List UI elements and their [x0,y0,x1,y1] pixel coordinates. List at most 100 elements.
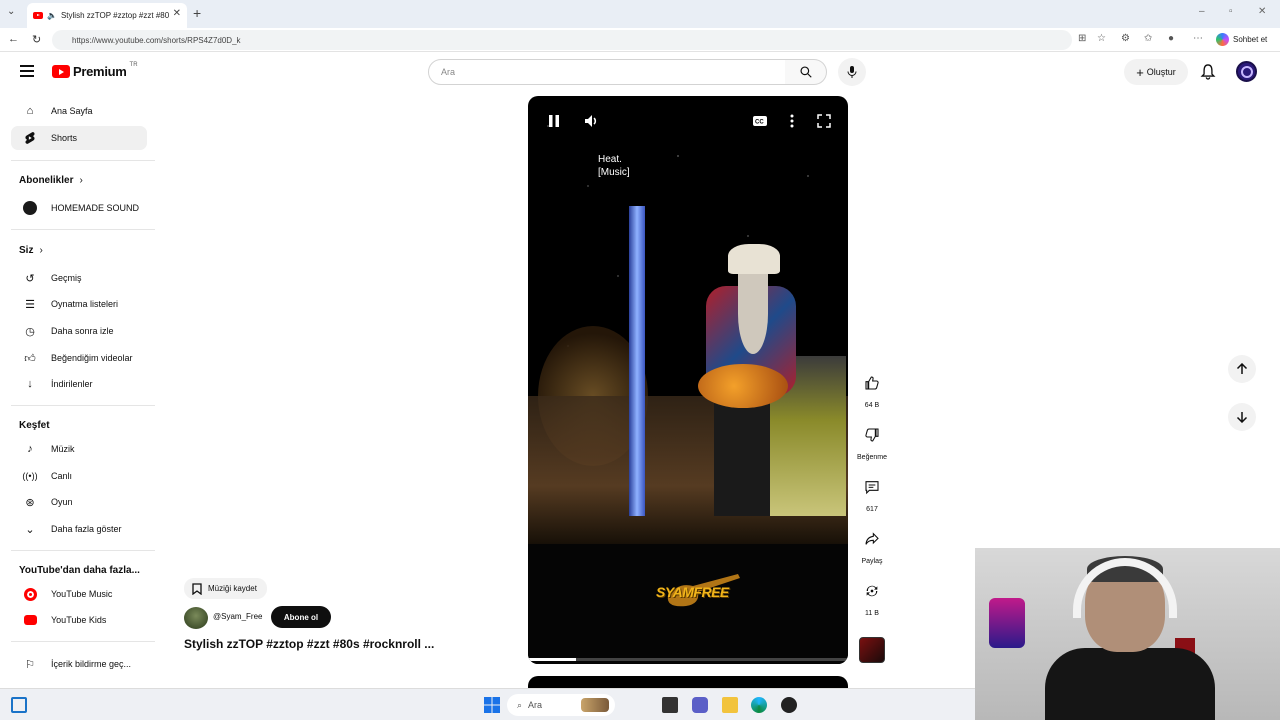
search-button[interactable] [785,59,827,85]
arrow-up-icon [1236,363,1248,374]
obs-icon[interactable] [781,697,797,713]
logo-word: Premium [73,64,127,79]
next-short-button[interactable] [1228,403,1256,431]
sidebar-item-youtube-kids[interactable]: YouTube Kids [11,608,147,632]
maximize-icon[interactable]: ▫ [1229,6,1233,17]
captions-button[interactable]: CC [752,114,768,132]
browser-tab-bar: ⌄ 🔈 Stylish zzTOP #zztop #zzt #80 ✕ + – … [0,0,1280,28]
refresh-icon[interactable]: ↻ [32,33,41,46]
sidebar-item-show-more[interactable]: ⌄ Daha fazla göster [11,517,147,541]
menu-icon[interactable] [20,65,34,77]
remix-button[interactable]: 11 B [853,574,891,617]
previous-short-button[interactable] [1228,355,1256,383]
comments-button[interactable]: 617 [853,470,891,513]
youtube-music-icon [19,587,41,601]
window-close-icon[interactable]: ✕ [1258,6,1266,17]
windows-start-icon[interactable] [484,697,500,713]
teams-icon[interactable] [692,697,708,713]
channel-avatar[interactable] [184,607,208,629]
favorites-icon[interactable]: ✩ [1144,33,1152,44]
sidebar-item-liked-videos[interactable]: 👍︎ Beğendiğim videolar [11,346,147,370]
fullscreen-icon [817,114,831,128]
plus-icon: + [1136,64,1144,80]
dislike-button[interactable]: Beğenme [853,418,891,461]
live-icon: ((•)) [22,471,38,481]
edge-browser-icon[interactable] [751,697,767,713]
sidebar-item-playlists[interactable]: ☰ Oynatma listeleri [11,292,147,316]
file-explorer-icon[interactable] [722,697,738,713]
tab-list-chevron-icon[interactable]: ⌄ [7,6,15,17]
favorite-star-icon[interactable]: ☆ [1097,33,1106,44]
copilot-label: Sohbet et [1233,35,1268,44]
task-view-icon[interactable] [662,697,678,713]
video-progress-bar[interactable] [528,658,848,661]
sidebar-item-label: Oynatma listeleri [51,299,119,309]
sidebar-item-downloads[interactable]: ↓ İndirilenler [11,372,147,396]
create-button[interactable]: + Oluştur [1124,59,1188,85]
extensions-icon[interactable]: ⚙ [1121,33,1130,44]
you-heading[interactable]: Siz › [19,245,43,256]
video-title[interactable]: Stylish zzTOP #zztop #zzt #80s #rocknrol… [184,637,434,651]
new-tab-icon[interactable]: + [193,5,201,21]
more-options-icon[interactable]: ⋯ [1193,33,1203,44]
widgets-icon[interactable] [11,697,27,713]
sidebar-item-gaming[interactable]: ⊛ Oyun [11,490,147,514]
sidebar-item-label: YouTube Music [51,589,113,599]
sidebar-item-label: Geçmiş [51,273,82,283]
search-input[interactable]: Ara [428,59,786,85]
subscribe-button[interactable]: Abone ol [271,606,331,628]
profile-icon[interactable]: ● [1168,33,1174,44]
share-button[interactable]: Paylaş [853,522,891,565]
subscriptions-heading[interactable]: Abonelikler › [19,175,83,186]
taskbar-search[interactable]: ⌕ Ara [507,694,615,716]
save-music-button[interactable]: Müziği kaydet [184,578,267,599]
like-count: 64 B [864,402,880,409]
tab-close-icon[interactable]: ✕ [173,8,181,19]
url-field[interactable]: https://www.youtube.com/shorts/RPS4Z7d0D… [52,30,1072,50]
sidebar-item-home[interactable]: ⌂ Ana Sayfa [11,99,147,123]
copilot-button[interactable]: Sohbet et [1216,33,1267,46]
volume-button[interactable] [584,114,598,133]
channel-thumbnail[interactable] [859,637,885,663]
sidebar-item-live[interactable]: ((•)) Canlı [11,464,147,488]
youtube-kids-icon [19,615,41,625]
back-icon[interactable]: ← [8,33,19,45]
minimize-icon[interactable]: – [1199,6,1205,17]
channel-handle[interactable]: @Syam_Free [213,612,262,621]
explore-heading-label: Keşfet [19,420,50,431]
sidebar-item-label: İndirilenler [51,379,93,389]
sidebar-item-label: İçerik bildirme geç... [51,659,132,669]
fullscreen-button[interactable] [817,114,831,133]
youtube-premium-logo[interactable]: Premium TR [52,62,138,79]
performer-beard-image [738,274,768,354]
address-bar-row: ← ↻ https://www.youtube.com/shorts/RPS4Z… [0,28,1280,52]
sidebar-item-shorts[interactable]: Shorts [11,126,147,150]
music-icon: ♪ [27,443,33,455]
browser-tab-active[interactable]: 🔈 Stylish zzTOP #zztop #zzt #80 ✕ [27,3,187,28]
sidebar-item-music[interactable]: ♪ Müzik [11,437,147,461]
you-heading-label: Siz [19,245,34,256]
video-progress-fill [528,658,576,661]
sidebar-item-label: Canlı [51,471,73,481]
app-install-icon[interactable]: ⊞ [1078,33,1086,44]
sidebar-item-watch-later[interactable]: ◷ Daha sonra izle [11,319,147,343]
microphone-icon [847,66,857,78]
sidebar-item-report-history[interactable]: ⚐ İçerik bildirme geç... [11,652,147,676]
sidebar-item-homemade-sound[interactable]: HOMEMADE SOUND [11,196,147,220]
more-options-button[interactable] [790,114,794,133]
remix-icon [866,585,878,597]
speaker-icon[interactable]: 🔈 [47,11,57,20]
shorts-video-player[interactable]: CC Heat. [Music] SYAMFREE [528,96,848,664]
sidebar-item-youtube-music[interactable]: YouTube Music [11,582,147,606]
notifications-button[interactable] [1200,63,1216,85]
account-avatar[interactable] [1236,61,1257,82]
shorts-icon [19,131,41,145]
pause-button[interactable] [548,114,560,133]
voice-search-button[interactable] [838,58,866,86]
taskbar-search-label: Ara [528,700,543,710]
sidebar-item-history[interactable]: ↺ Geçmiş [11,266,147,290]
light-pole-image [629,206,645,516]
caption-line: Heat. [598,154,622,165]
like-button[interactable]: 64 B [853,366,891,409]
channel-avatar-icon [19,201,41,215]
